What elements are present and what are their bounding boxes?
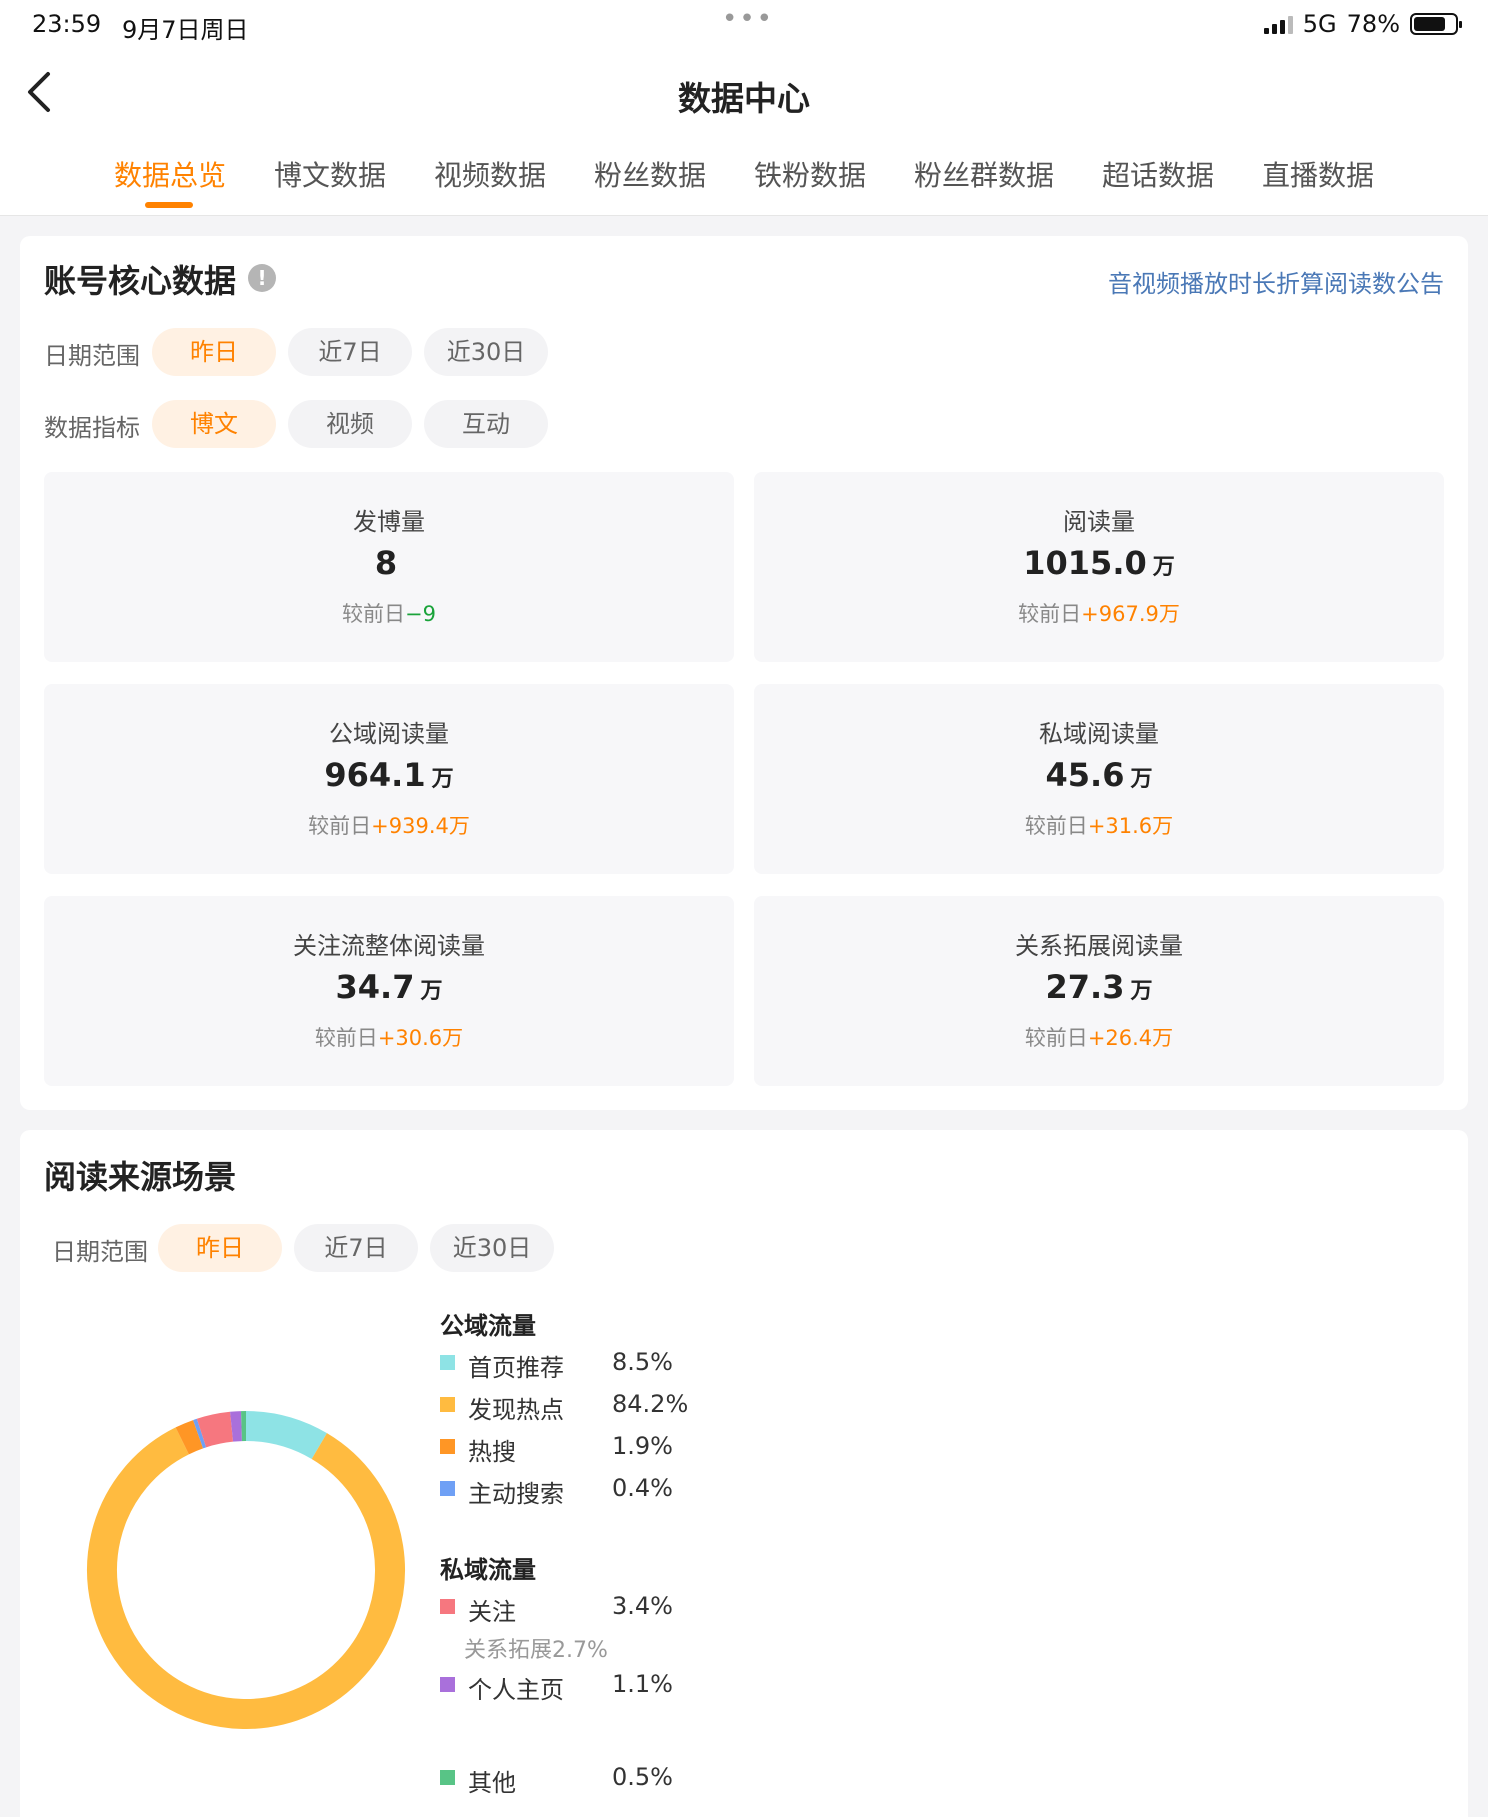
legend-swatch xyxy=(440,1599,455,1614)
metric-option-videos[interactable]: 视频 xyxy=(288,400,412,448)
page-title: 数据中心 xyxy=(678,79,810,118)
date-option-30d[interactable]: 近30日 xyxy=(424,328,548,376)
metric-card-relation-reads[interactable]: 关系拓展阅读量 27.3 万 较前日+26.4万 xyxy=(754,896,1444,1086)
legend-swatch xyxy=(440,1439,455,1454)
metric-type-label: 数据指标 xyxy=(44,414,140,442)
metric-label: 关注流整体阅读量 xyxy=(293,932,485,960)
tab-fans[interactable]: 粉丝数据 xyxy=(594,154,706,194)
signal-icon xyxy=(1263,14,1293,34)
core-data-title: 账号核心数据 xyxy=(44,262,237,300)
metric-card-follow-feed-reads[interactable]: 关注流整体阅读量 34.7 万 较前日+30.6万 xyxy=(44,896,734,1086)
metric-compare: 较前日+31.6万 xyxy=(1024,814,1174,838)
tab-live[interactable]: 直播数据 xyxy=(1262,154,1374,194)
info-icon[interactable]: ! xyxy=(248,264,276,292)
metric-card-reads[interactable]: 阅读量 1015.0 万 较前日+967.9万 xyxy=(754,472,1444,662)
metric-card-private-reads[interactable]: 私域阅读量 45.6 万 较前日+31.6万 xyxy=(754,684,1444,874)
tab-super-topics[interactable]: 超话数据 xyxy=(1102,154,1214,194)
date-range-label: 日期范围 xyxy=(44,342,140,370)
read-source-donut-chart xyxy=(87,1411,405,1729)
status-bar: 23:59 9月7日周日 ••• 5G 78% xyxy=(0,0,1488,48)
metric-card-public-reads[interactable]: 公域阅读量 964.1 万 较前日+939.4万 xyxy=(44,684,734,874)
nav-bar: 数据中心 xyxy=(0,48,1488,140)
core-data-card: 账号核心数据 ! 音视频播放时长折算阅读数公告 日期范围 昨日 近7日 近30日… xyxy=(20,236,1468,1110)
tab-overview[interactable]: 数据总览 xyxy=(114,154,226,194)
tab-videos[interactable]: 视频数据 xyxy=(434,154,546,194)
metric-label: 阅读量 xyxy=(1063,508,1135,536)
donut-slice-0 xyxy=(245,1411,327,1460)
metric-value: 27.3 万 xyxy=(1045,968,1153,1006)
metric-value: 964.1 万 xyxy=(324,756,454,794)
notice-link[interactable]: 音视频播放时长折算阅读数公告 xyxy=(1108,264,1444,299)
metric-label: 发博量 xyxy=(353,508,425,536)
network-type: 5G xyxy=(1302,10,1337,38)
metric-option-posts[interactable]: 博文 xyxy=(152,400,276,448)
metric-value: 1015.0 万 xyxy=(1023,544,1175,582)
donut-slice-4 xyxy=(196,1411,234,1448)
source-date-option-yesterday[interactable]: 昨日 xyxy=(158,1224,282,1272)
battery-icon xyxy=(1410,13,1462,35)
source-date-option-7d[interactable]: 近7日 xyxy=(294,1224,418,1272)
metric-compare: 较前日+939.4万 xyxy=(308,814,470,838)
metric-label: 关系拓展阅读量 xyxy=(1015,932,1183,960)
source-date-option-30d[interactable]: 近30日 xyxy=(430,1224,554,1272)
multitask-dots-icon[interactable]: ••• xyxy=(722,4,774,34)
public-traffic-label: 公域流量 xyxy=(440,1312,536,1340)
source-date-range-label: 日期范围 xyxy=(52,1238,148,1266)
legend-swatch xyxy=(440,1355,455,1370)
metric-card-posts[interactable]: 发博量 8 较前日−9 xyxy=(44,472,734,662)
read-source-title: 阅读来源场景 xyxy=(44,1158,237,1196)
metric-compare: 较前日+967.9万 xyxy=(1018,602,1180,626)
private-traffic-label: 私域流量 xyxy=(440,1556,536,1584)
metric-value: 45.6 万 xyxy=(1045,756,1153,794)
donut-slice-3 xyxy=(193,1418,207,1449)
donut-slice-2 xyxy=(175,1420,204,1455)
tab-posts[interactable]: 博文数据 xyxy=(274,154,386,194)
metric-compare: 较前日+30.6万 xyxy=(314,1026,464,1050)
metric-value: 34.7 万 xyxy=(335,968,443,1006)
status-time: 23:59 xyxy=(32,10,102,38)
tab-fan-groups[interactable]: 粉丝群数据 xyxy=(914,154,1054,194)
tab-iron-fans[interactable]: 铁粉数据 xyxy=(754,154,866,194)
date-option-7d[interactable]: 近7日 xyxy=(288,328,412,376)
status-date: 9月7日周日 xyxy=(122,16,249,44)
active-tab-indicator xyxy=(145,202,193,208)
status-indicators: 5G 78% xyxy=(1263,10,1462,38)
metric-label: 私域阅读量 xyxy=(1039,720,1159,748)
legend-swatch xyxy=(440,1770,455,1785)
legend-swatch xyxy=(440,1481,455,1496)
tab-bar: 数据总览 博文数据 视频数据 粉丝数据 铁粉数据 粉丝群数据 超话数据 直播数据 xyxy=(0,140,1488,216)
metric-compare: 较前日+26.4万 xyxy=(1024,1026,1174,1050)
battery-percent: 78% xyxy=(1346,10,1400,38)
metric-label: 公域阅读量 xyxy=(329,720,449,748)
relation-expansion-note: 关系拓展2.7% xyxy=(464,1638,608,1663)
metric-option-interactions[interactable]: 互动 xyxy=(424,400,548,448)
donut-slice-1 xyxy=(87,1427,405,1729)
donut-slice-5 xyxy=(230,1411,243,1442)
legend-swatch xyxy=(440,1397,455,1412)
metric-compare: 较前日−9 xyxy=(342,602,436,626)
legend-swatch xyxy=(440,1677,455,1692)
metric-value: 8 xyxy=(374,544,398,582)
date-option-yesterday[interactable]: 昨日 xyxy=(152,328,276,376)
